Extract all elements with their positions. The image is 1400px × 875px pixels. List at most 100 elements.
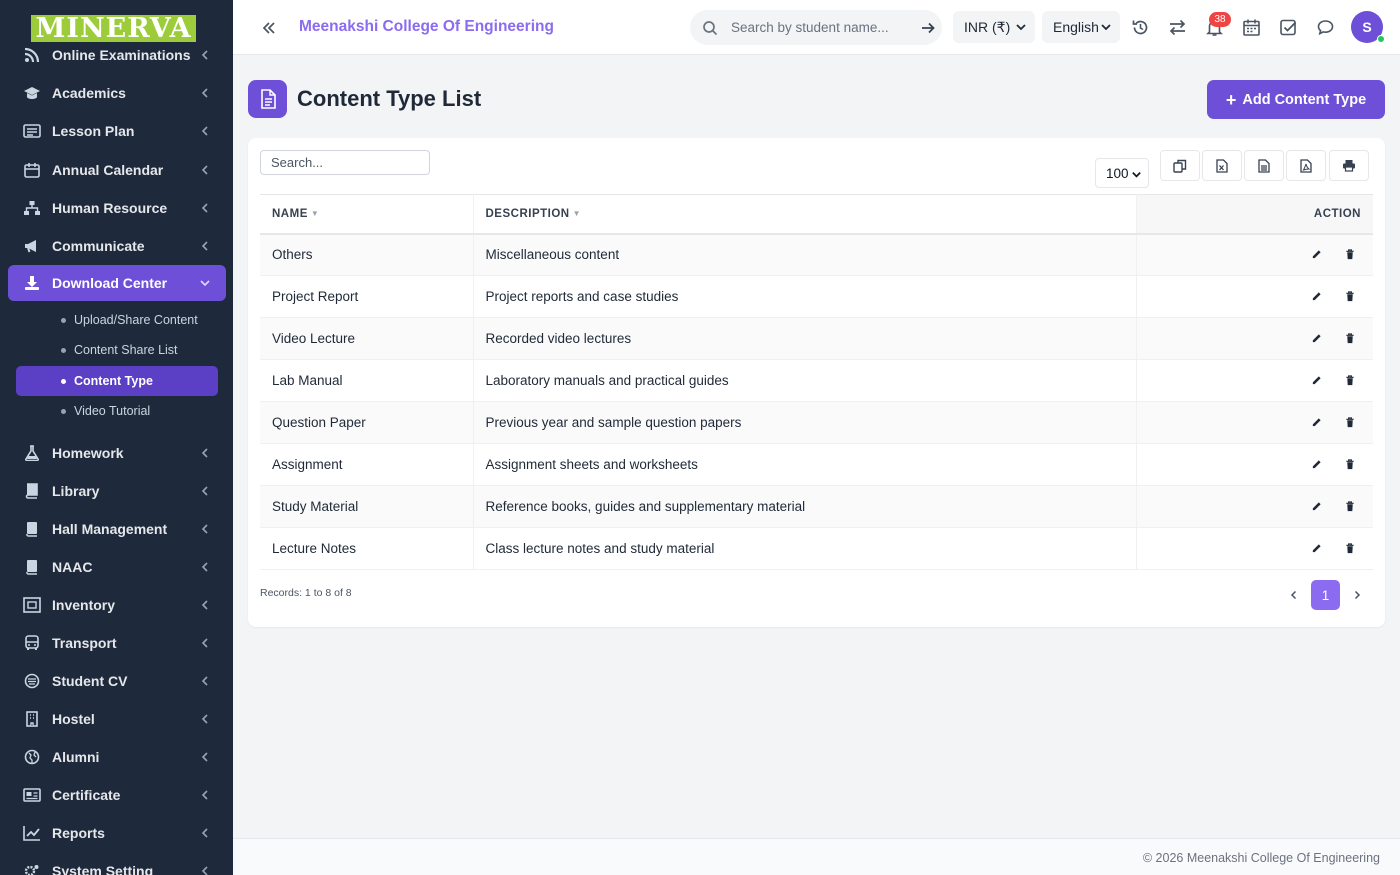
plus-icon: + bbox=[1225, 89, 1237, 110]
college-name[interactable]: Meenakshi College Of Engineering bbox=[299, 18, 554, 36]
sidebar-item-academics[interactable]: Academics bbox=[8, 75, 226, 111]
search-icon bbox=[702, 20, 718, 36]
sitemap-icon bbox=[22, 198, 42, 218]
checkbox-icon[interactable] bbox=[1279, 18, 1298, 37]
pagination-page-1[interactable]: 1 bbox=[1311, 580, 1340, 610]
cell-description: Previous year and sample question papers bbox=[473, 401, 1137, 444]
bullhorn-icon bbox=[22, 236, 42, 256]
sidebar-item-system-setting[interactable]: System Setting bbox=[8, 853, 226, 875]
add-content-type-button[interactable]: + Add Content Type bbox=[1207, 80, 1385, 119]
delete-button[interactable] bbox=[1337, 494, 1363, 520]
excel-export-button[interactable] bbox=[1202, 150, 1242, 181]
pagination-next-button[interactable] bbox=[1350, 588, 1364, 602]
file-pdf-icon bbox=[1300, 158, 1312, 173]
sidebar-item-library[interactable]: Library bbox=[8, 473, 226, 509]
print-button[interactable] bbox=[1329, 150, 1369, 181]
chat-icon[interactable] bbox=[1316, 18, 1335, 37]
double-chevron-left-icon[interactable] bbox=[259, 18, 279, 38]
edit-button[interactable] bbox=[1303, 368, 1329, 394]
list-alt-icon bbox=[22, 121, 42, 141]
bus-icon bbox=[22, 633, 42, 653]
sidebar-item-annual-calendar[interactable]: Annual Calendar bbox=[8, 152, 226, 188]
sidebar-subitem-content-type[interactable]: Content Type bbox=[16, 366, 218, 396]
records-info: Records: 1 to 8 of 8 bbox=[260, 587, 352, 599]
sidebar-subitem-video-tutorial[interactable]: Video Tutorial bbox=[16, 396, 218, 426]
sidebar-subitem-upload-share-content[interactable]: Upload/Share Content bbox=[16, 305, 218, 335]
column-header-description[interactable]: DESCRIPTION ▼ bbox=[473, 194, 1137, 235]
delete-button[interactable] bbox=[1337, 536, 1363, 562]
cell-actions bbox=[1136, 401, 1373, 444]
page-footer: © 2026 Meenakshi College Of Engineering bbox=[233, 838, 1400, 875]
pencil-icon bbox=[1312, 418, 1321, 427]
sidebar-item-label: Certificate bbox=[52, 787, 121, 803]
pdf-export-button[interactable] bbox=[1286, 150, 1326, 181]
chevron-left-icon bbox=[198, 126, 212, 136]
edit-button[interactable] bbox=[1303, 452, 1329, 478]
sidebar-item-human-resource[interactable]: Human Resource bbox=[8, 190, 226, 226]
sidebar-item-download-center[interactable]: Download Center bbox=[8, 265, 226, 301]
chevron-left-icon bbox=[198, 714, 212, 724]
edit-button[interactable] bbox=[1303, 242, 1329, 268]
edit-button[interactable] bbox=[1303, 536, 1329, 562]
history-icon[interactable] bbox=[1131, 18, 1150, 37]
sidebar-item-alumni[interactable]: Alumni bbox=[8, 739, 226, 775]
sidebar-item-student-cv[interactable]: Student CV bbox=[8, 663, 226, 699]
inventory-icon bbox=[22, 595, 42, 615]
copy-button[interactable] bbox=[1160, 150, 1200, 181]
delete-button[interactable] bbox=[1337, 326, 1363, 352]
chevron-left-icon bbox=[198, 486, 212, 496]
column-header-name[interactable]: NAME ▼ bbox=[260, 194, 474, 235]
pencil-icon bbox=[1312, 250, 1321, 259]
sidebar-item-lesson-plan[interactable]: Lesson Plan bbox=[8, 113, 226, 149]
cell-description: Recorded video lectures bbox=[473, 317, 1137, 360]
pencil-icon bbox=[1312, 334, 1321, 343]
cell-actions bbox=[1136, 485, 1373, 528]
currency-select[interactable]: INR (₹) bbox=[953, 11, 1035, 43]
sidebar-item-label: Hostel bbox=[52, 711, 95, 727]
sidebar-item-certificate[interactable]: Certificate bbox=[8, 777, 226, 813]
trash-icon bbox=[1346, 291, 1354, 302]
cell-actions bbox=[1136, 443, 1373, 486]
online-status-dot bbox=[1377, 35, 1385, 43]
sidebar-item-hostel[interactable]: Hostel bbox=[8, 701, 226, 737]
arrow-right-icon[interactable] bbox=[920, 20, 936, 36]
exchange-icon[interactable] bbox=[1168, 18, 1187, 37]
delete-button[interactable] bbox=[1337, 284, 1363, 310]
sidebar-item-naac[interactable]: NAAC bbox=[8, 549, 226, 585]
sidebar-subitem-content-share-list[interactable]: Content Share List bbox=[16, 335, 218, 365]
edit-button[interactable] bbox=[1303, 410, 1329, 436]
sidebar-item-inventory[interactable]: Inventory bbox=[8, 587, 226, 623]
student-search-input[interactable] bbox=[731, 20, 916, 35]
delete-button[interactable] bbox=[1337, 368, 1363, 394]
book-closed-icon bbox=[22, 557, 42, 577]
delete-button[interactable] bbox=[1337, 452, 1363, 478]
sidebar-item-reports[interactable]: Reports bbox=[8, 815, 226, 851]
pagination-prev-button[interactable] bbox=[1287, 588, 1301, 602]
chevron-left-icon bbox=[198, 88, 212, 98]
sidebar-item-communicate[interactable]: Communicate bbox=[8, 228, 226, 264]
table-row: Others Miscellaneous content bbox=[260, 233, 1373, 276]
language-value: English bbox=[1053, 19, 1099, 35]
bullet-dot bbox=[61, 317, 66, 323]
book-icon bbox=[22, 481, 42, 501]
cell-actions bbox=[1136, 359, 1373, 402]
cell-name: Study Material bbox=[260, 485, 474, 528]
edit-button[interactable] bbox=[1303, 284, 1329, 310]
chevron-down-icon bbox=[198, 279, 212, 287]
page-length-select[interactable]: 100 bbox=[1095, 158, 1149, 188]
delete-button[interactable] bbox=[1337, 410, 1363, 436]
sidebar-item-homework[interactable]: Homework bbox=[8, 435, 226, 471]
language-select[interactable]: English bbox=[1042, 11, 1120, 43]
sidebar-item-hall-management[interactable]: Hall Management bbox=[8, 511, 226, 547]
cell-actions bbox=[1136, 233, 1373, 276]
delete-button[interactable] bbox=[1337, 242, 1363, 268]
edit-button[interactable] bbox=[1303, 326, 1329, 352]
top-header: Meenakshi College Of Engineering INR (₹)… bbox=[233, 0, 1400, 55]
csv-export-button[interactable] bbox=[1244, 150, 1284, 181]
sidebar-item-transport[interactable]: Transport bbox=[8, 625, 226, 661]
calendar-icon[interactable] bbox=[1242, 18, 1261, 37]
minerva-logo[interactable]: MINERVA bbox=[31, 15, 196, 42]
edit-button[interactable] bbox=[1303, 494, 1329, 520]
cell-description: Assignment sheets and worksheets bbox=[473, 443, 1137, 486]
table-search-input[interactable] bbox=[260, 150, 430, 175]
